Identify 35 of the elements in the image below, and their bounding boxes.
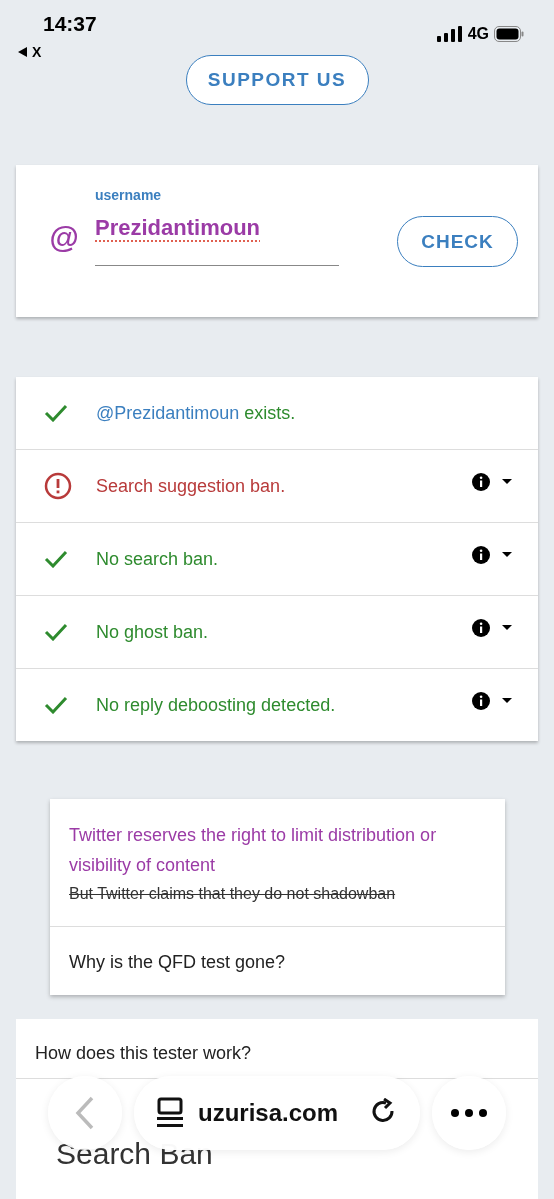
result-text: No ghost ban. <box>96 621 210 643</box>
more-icon <box>451 1109 487 1117</box>
alert-icon <box>44 472 72 500</box>
check-button[interactable]: CHECK <box>397 216 518 267</box>
network-label: 4G <box>467 25 489 43</box>
reader-icon[interactable] <box>156 1097 184 1129</box>
question-link[interactable]: Why is the QFD test gone? <box>69 947 487 977</box>
username-field[interactable]: username Prezidantimoun <box>95 187 339 266</box>
statement-link[interactable]: Twitter reserves the right to limit distribution or visibility of content <box>69 820 487 880</box>
result-text: No search ban. <box>96 548 220 570</box>
info-icon[interactable] <box>472 546 490 564</box>
info-icon[interactable] <box>472 473 490 491</box>
at-sign-prefix: @ <box>49 221 79 255</box>
faq-question[interactable]: How does this tester work? <box>35 1043 252 1064</box>
result-text: @Prezidantimoun exists. <box>96 402 297 424</box>
dropdown-caret-icon[interactable] <box>502 625 512 631</box>
checkmark-icon <box>44 623 68 641</box>
dropdown-caret-icon[interactable] <box>502 698 512 704</box>
back-app-link[interactable]: X <box>32 44 42 60</box>
checkmark-icon <box>44 550 68 568</box>
info-icon[interactable] <box>472 619 490 637</box>
info-icon[interactable] <box>472 692 490 710</box>
dropdown-caret-icon[interactable] <box>502 479 512 485</box>
back-triangle-icon[interactable] <box>18 47 28 57</box>
back-chevron-icon <box>75 1096 95 1130</box>
signal-icon <box>436 26 463 42</box>
support-us-button[interactable]: SUPPORT US <box>185 55 369 105</box>
result-text: No reply deboosting detected. <box>96 694 337 716</box>
struck-text: But Twitter claims that they do not shadowban <box>69 884 397 904</box>
clock-time: 14:37 <box>43 12 97 36</box>
checkmark-icon <box>44 404 68 422</box>
dropdown-caret-icon[interactable] <box>502 552 512 558</box>
result-text: Search suggestion ban. <box>96 475 287 497</box>
battery-icon <box>494 26 524 42</box>
checkmark-icon <box>44 696 68 714</box>
